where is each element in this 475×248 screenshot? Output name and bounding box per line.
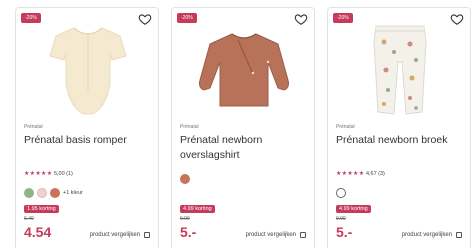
product-name[interactable]: Prénatal basis romper [24, 133, 156, 148]
compare-product[interactable]: product vergelijken [90, 232, 150, 238]
compare-checkbox[interactable] [456, 232, 462, 238]
product-card[interactable]: -20% Prénatal Prénatal newborn overslags… [171, 7, 315, 248]
more-colors-label[interactable]: +1 kleur [63, 190, 83, 196]
product-image[interactable] [34, 22, 142, 120]
product-name[interactable]: Prénatal newborn overslagshirt [180, 133, 312, 163]
product-card[interactable]: -20% Prénatal Prénatal newborn broek ★★★… [327, 7, 471, 248]
product-rating: ★★★★★ 5,00 (1) [24, 170, 73, 177]
promo-badge: 4.99 korting [336, 205, 371, 213]
compare-checkbox[interactable] [300, 232, 306, 238]
color-swatches [336, 188, 349, 198]
product-brand: Prénatal [24, 124, 43, 130]
compare-label: product vergelijken [89, 232, 140, 238]
color-swatches: +1 kleur [24, 188, 83, 198]
rating-value: 5,00 (1) [53, 171, 73, 177]
compare-label: product vergelijken [401, 232, 452, 238]
product-name[interactable]: Prénatal newborn broek [336, 133, 468, 148]
color-swatch-white[interactable] [336, 188, 346, 198]
product-brand: Prénatal [180, 124, 199, 130]
compare-product[interactable]: product vergelijken [402, 232, 462, 238]
price: 5.- [180, 224, 197, 240]
price: 5.- [336, 224, 353, 240]
product-brand: Prénatal [336, 124, 355, 130]
color-swatch-terracotta[interactable] [180, 174, 190, 184]
color-swatch-terracotta[interactable] [50, 188, 60, 198]
old-price: 9.99 [180, 216, 190, 222]
product-image[interactable] [190, 22, 298, 120]
compare-product[interactable]: product vergelijken [246, 232, 306, 238]
rating-stars: ★★★★★ [24, 171, 53, 177]
promo-badge: 4.99 korting [180, 205, 215, 213]
old-price: 9.99 [336, 216, 346, 222]
color-swatch-green[interactable] [24, 188, 34, 198]
promo-badge: 1.95 korting [24, 205, 59, 213]
rating-value: 4,67 (3) [365, 171, 385, 177]
product-rating: ★★★★★ 4,67 (3) [336, 170, 385, 177]
price: 4.54 [24, 224, 52, 240]
color-swatch-pink[interactable] [37, 188, 47, 198]
color-swatches [180, 174, 193, 184]
product-image[interactable] [346, 22, 454, 120]
rating-stars: ★★★★★ [336, 171, 365, 177]
compare-label: product vergelijken [245, 232, 296, 238]
product-card[interactable]: -20% Prénatal Prénatal basis romper ★★★★… [15, 7, 159, 248]
compare-checkbox[interactable] [144, 232, 150, 238]
old-price: 6.49 [24, 216, 34, 222]
